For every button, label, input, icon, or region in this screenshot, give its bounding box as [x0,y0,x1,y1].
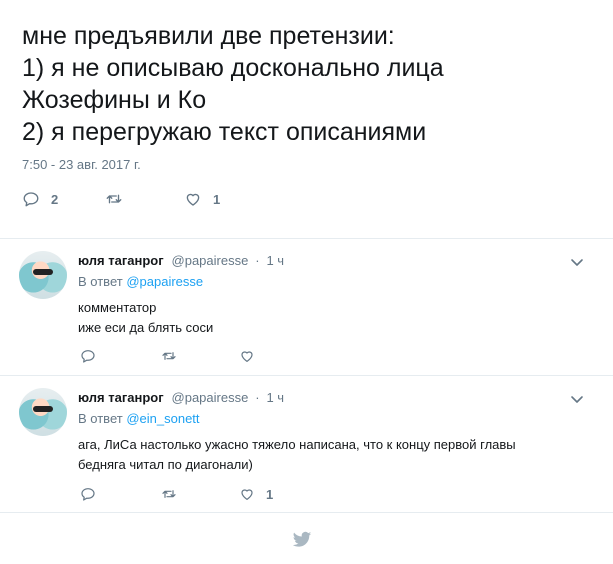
twitter-bird-icon[interactable] [292,531,312,549]
reply-text-line: бедняга читал по диагонали) [78,457,253,472]
retweet-icon [162,490,176,498]
divider [0,512,613,513]
reply-to: В ответ @ein_sonett [78,411,200,426]
chevron-down-icon[interactable] [570,392,584,406]
reply-count: 2 [51,191,59,207]
reply-time[interactable]: 1 ч [266,253,284,268]
like-button[interactable] [239,348,266,364]
reply-button[interactable] [80,348,96,364]
reply-text: комментатор иже еси да блять соси [78,298,578,338]
reply-to-prefix: В ответ [78,274,123,289]
like-button[interactable]: 1 [184,190,220,208]
reply-text-line: комментатор [78,300,157,315]
reply-time[interactable]: 1 ч [266,390,284,405]
user-handle[interactable]: @papairesse [172,253,249,268]
reply-button[interactable]: 2 [22,190,58,208]
reply-to-link[interactable]: @ein_sonett [126,411,199,426]
reply-button[interactable] [80,486,96,502]
reply-tweet[interactable]: юля таганрог @papairesse · 1 ч В ответ @… [0,239,613,375]
tweet-line: мне предъявили две претензии: [22,22,395,50]
separator: · [255,253,260,268]
user-name[interactable]: юля таганрог [78,390,164,405]
like-count: 1 [213,191,221,207]
retweet-button[interactable] [161,348,177,364]
main-tweet: мне предъявили две претензии: 1) я не оп… [0,0,613,238]
tweet-text: мне предъявили две претензии: 1) я не оп… [22,20,602,148]
reply-icon [23,192,39,207]
like-count: 1 [266,486,274,502]
retweet-icon [162,352,176,360]
avatar-glasses [33,406,53,412]
chevron-down-icon[interactable] [570,255,584,269]
avatar-glasses [33,269,53,275]
retweet-button[interactable] [161,486,177,502]
reply-icon [81,350,95,363]
avatar[interactable] [19,251,67,299]
avatar[interactable] [19,388,67,436]
reply-to-link[interactable]: @papairesse [126,274,203,289]
tweet-line: 2) я перегружаю текст описаниями [22,118,427,146]
like-icon [241,351,253,362]
reply-to-prefix: В ответ [78,411,123,426]
like-icon [186,193,200,206]
reply-to: В ответ @papairesse [78,274,203,289]
retweet-icon [106,194,122,204]
tweet-line: 1) я не описываю досконально лица [22,54,444,82]
user-handle[interactable]: @papairesse [172,390,249,405]
reply-text-line: иже еси да блять соси [78,320,214,335]
like-button[interactable]: 1 [239,486,273,502]
tweet-timestamp[interactable]: 7:50 - 23 авг. 2017 г. [22,157,141,172]
reply-text: ага, ЛиСа настолько ужасно тяжело написа… [78,435,578,475]
separator: · [255,390,260,405]
reply-header: юля таганрог @papairesse · 1 ч [78,252,284,268]
reply-tweet[interactable]: юля таганрог @papairesse · 1 ч В ответ @… [0,376,613,512]
reply-header: юля таганрог @papairesse · 1 ч [78,389,284,405]
retweet-button[interactable] [105,190,134,208]
like-icon [241,489,253,500]
reply-icon [81,488,95,501]
tweet-line: Жозефины и Ко [22,86,207,114]
reply-text-line: ага, ЛиСа настолько ужасно тяжело написа… [78,437,516,452]
user-name[interactable]: юля таганрог [78,253,164,268]
